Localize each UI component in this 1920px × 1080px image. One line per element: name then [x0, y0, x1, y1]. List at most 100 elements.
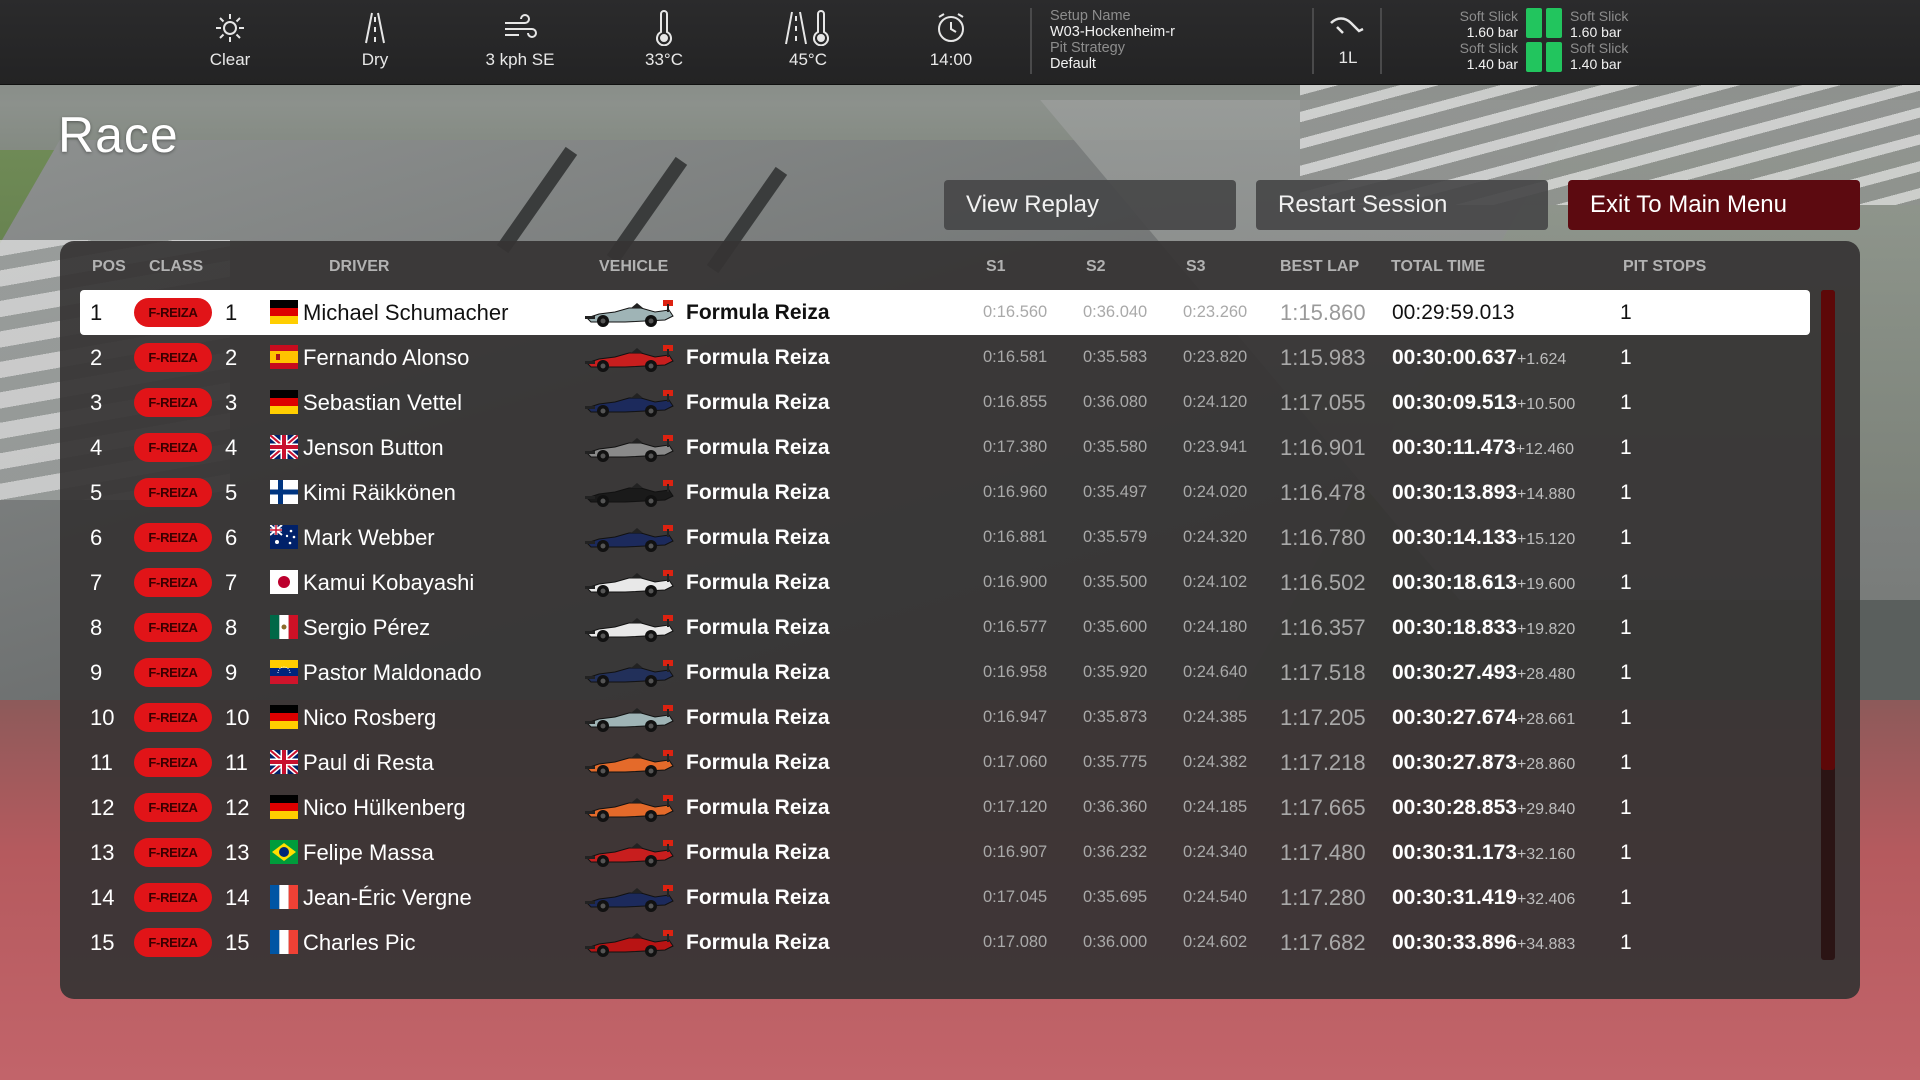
view-replay-button[interactable]: View Replay	[944, 180, 1236, 230]
class-badge: F-REIZA	[134, 613, 212, 642]
tyre-front-left: Soft Slick 1.60 bar	[1459, 8, 1518, 40]
gap-to-leader: +32.160	[1516, 846, 1576, 863]
header-pos[interactable]: POS	[92, 258, 126, 276]
best-lap-time: 1:17.682	[1280, 930, 1366, 955]
table-row[interactable]: 7 F-REIZA 7 Kamui Kobayashi Formula Reiz…	[80, 560, 1810, 605]
vehicle-name: Formula Reiza	[686, 346, 830, 369]
vehicle-livery-icon	[585, 384, 675, 420]
class-badge: F-REIZA	[134, 388, 212, 417]
best-lap-time: 1:17.205	[1280, 705, 1366, 730]
exit-to-main-menu-button[interactable]: Exit To Main Menu	[1568, 180, 1860, 230]
sector-1-time: 0:16.907	[983, 843, 1048, 861]
table-row[interactable]: 14 F-REIZA 14 Jean-Éric Vergne Formula R…	[80, 875, 1810, 920]
table-row[interactable]: 9 F-REIZA 9 Pastor Maldonado Formula Rei…	[80, 650, 1810, 695]
total-time: 00:30:09.513+10.500	[1392, 380, 1575, 425]
pit-stop-count: 1	[1620, 391, 1632, 414]
results-panel: POS CLASS DRIVER VEHICLE S1 S2 S3 BEST L…	[60, 241, 1860, 999]
header-s2[interactable]: S2	[1086, 258, 1106, 276]
vehicle-name: Formula Reiza	[686, 751, 830, 774]
sector-1-time: 0:17.060	[983, 753, 1048, 771]
restart-session-button[interactable]: Restart Session	[1256, 180, 1548, 230]
total-time: 00:30:14.133+15.120	[1392, 515, 1575, 560]
total-time-value: 00:30:00.637	[1392, 346, 1517, 369]
sector-2-time: 0:36.232	[1083, 843, 1148, 861]
header-s3[interactable]: S3	[1186, 258, 1206, 276]
position: 14	[90, 885, 115, 910]
position: 1	[90, 300, 103, 325]
nationality-flag-icon	[270, 525, 298, 549]
header-vehicle[interactable]: VEHICLE	[599, 258, 668, 276]
table-row[interactable]: 6 F-REIZA 6 Mark Webber Formula Reiza 0:…	[80, 515, 1810, 560]
sector-2-time: 0:35.580	[1083, 438, 1148, 456]
table-row[interactable]: 12 F-REIZA 12 Nico Hülkenberg Formula Re…	[80, 785, 1810, 830]
header-class[interactable]: CLASS	[149, 258, 203, 276]
sector-1-time: 0:17.080	[983, 933, 1048, 951]
nationality-flag-icon	[270, 570, 298, 594]
driver-name: Sebastian Vettel	[303, 390, 463, 415]
table-row[interactable]: 1 F-REIZA 1 Michael Schumacher Formula R…	[80, 290, 1810, 335]
total-time-value: 00:30:14.133	[1392, 526, 1517, 549]
pit-stop-count: 1	[1620, 886, 1632, 909]
vehicle-name: Formula Reiza	[686, 301, 830, 324]
vehicle-livery-icon	[585, 519, 675, 555]
table-row[interactable]: 3 F-REIZA 3 Sebastian Vettel Formula Rei…	[80, 380, 1810, 425]
position: 11	[90, 750, 113, 775]
table-row[interactable]: 2 F-REIZA 2 Fernando Alonso Formula Reiz…	[80, 335, 1810, 380]
sector-2-time: 0:35.579	[1083, 528, 1148, 546]
scrollbar-thumb[interactable]	[1821, 290, 1835, 770]
header-driver[interactable]: DRIVER	[329, 258, 389, 276]
table-row[interactable]: 13 F-REIZA 13 Felipe Massa Formula Reiza…	[80, 830, 1810, 875]
table-row[interactable]: 5 F-REIZA 5 Kimi Räikkönen Formula Reiza…	[80, 470, 1810, 515]
car-number: 4	[225, 435, 238, 460]
class-badge: F-REIZA	[134, 298, 212, 327]
header-s1[interactable]: S1	[986, 258, 1006, 276]
driver-name: Sergio Pérez	[303, 615, 431, 640]
class-badge: F-REIZA	[134, 928, 212, 957]
setup-name-value: W03-Hockenheim-r	[1050, 24, 1175, 40]
driver-name: Jenson Button	[303, 435, 444, 460]
gap-to-leader: +19.600	[1516, 576, 1576, 593]
pit-stop-count: 1	[1620, 751, 1632, 774]
pit-stop-count: 1	[1620, 301, 1632, 324]
nationality-flag-icon	[270, 345, 298, 369]
car-number: 2	[225, 345, 238, 370]
header-best-lap[interactable]: BEST LAP	[1280, 258, 1359, 276]
car-number: 3	[225, 390, 238, 415]
sector-1-time: 0:16.881	[983, 528, 1048, 546]
class-badge: F-REIZA	[134, 703, 212, 732]
vehicle-livery-icon	[585, 744, 675, 780]
vehicle-name: Formula Reiza	[686, 391, 830, 414]
weather-item-track: Dry	[315, 8, 435, 70]
header-pit-stops[interactable]: PIT STOPS	[1623, 258, 1706, 276]
table-row[interactable]: 4 F-REIZA 4 Jenson Button Formula Reiza …	[80, 425, 1810, 470]
best-lap-time: 1:16.780	[1280, 525, 1366, 550]
total-time: 00:30:11.473+12.460	[1392, 425, 1574, 470]
pit-stop-count: 1	[1620, 706, 1632, 729]
total-time-value: 00:30:28.853	[1392, 796, 1517, 819]
vehicle-name: Formula Reiza	[686, 526, 830, 549]
best-lap-time: 1:17.218	[1280, 750, 1366, 775]
table-row[interactable]: 10 F-REIZA 10 Nico Rosberg Formula Reiza…	[80, 695, 1810, 740]
time-of-day-label: 14:00	[929, 50, 973, 69]
table-row[interactable]: 8 F-REIZA 8 Sergio Pérez Formula Reiza 0…	[80, 605, 1810, 650]
vehicle-name: Formula Reiza	[686, 661, 830, 684]
pit-stop-count: 1	[1620, 841, 1632, 864]
vehicle-name: Formula Reiza	[686, 796, 830, 819]
nationality-flag-icon	[270, 930, 298, 954]
pit-stop-count: 1	[1620, 616, 1632, 639]
track-temperature-icon	[785, 10, 829, 46]
gap-to-leader: +15.120	[1516, 531, 1576, 548]
pit-strategy-key: Pit Strategy	[1050, 40, 1125, 56]
sun-icon	[216, 14, 244, 42]
driver-name: Felipe Massa	[303, 840, 434, 865]
table-row[interactable]: 11 F-REIZA 11 Paul di Resta Formula Reiz…	[80, 740, 1810, 785]
table-row[interactable]: 15 F-REIZA 15 Charles Pic Formula Reiza …	[80, 920, 1810, 965]
weather-item-air-temp: 33°C	[604, 8, 724, 70]
sector-1-time: 0:16.577	[983, 618, 1048, 636]
header-total-time[interactable]: TOTAL TIME	[1391, 258, 1485, 276]
vehicle-name: Formula Reiza	[686, 931, 830, 954]
total-time: 00:30:27.873+28.860	[1392, 740, 1575, 785]
vehicle-livery-icon	[585, 834, 675, 870]
vehicle-livery-icon	[585, 429, 675, 465]
driver-name: Pastor Maldonado	[303, 660, 482, 685]
